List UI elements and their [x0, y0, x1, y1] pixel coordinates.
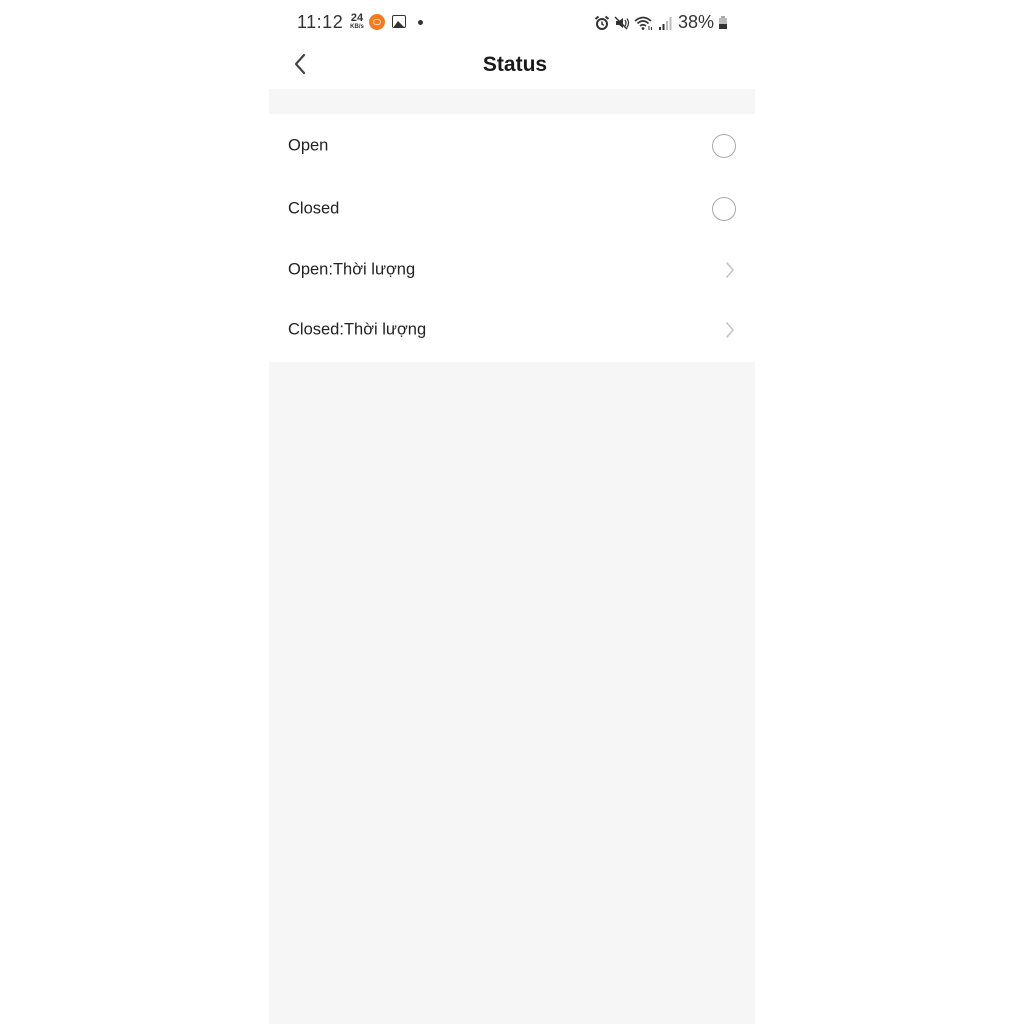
mute-icon [614, 15, 630, 31]
option-label: Closed:Thời lượng [288, 320, 427, 339]
network-speed-value: 24 [350, 12, 364, 24]
more-notifications-dot-icon [418, 20, 423, 25]
wifi-icon [634, 15, 654, 31]
option-closed-duration[interactable]: Closed:Thời lượng [269, 300, 755, 360]
section-spacer [269, 89, 755, 114]
app-notification-icon [369, 14, 385, 30]
chevron-right-icon [726, 262, 734, 278]
network-speed: 24 KB/s [347, 12, 367, 31]
option-open[interactable]: Open [269, 114, 755, 177]
battery-icon [719, 16, 727, 29]
page-title: Status [482, 53, 548, 76]
option-label: Closed [288, 199, 340, 217]
signal-icon [658, 15, 672, 31]
battery-percent: 38% [677, 12, 714, 32]
radio-button-open[interactable] [712, 133, 736, 158]
option-closed[interactable]: Closed [269, 177, 755, 240]
nav-header: Status [269, 44, 755, 89]
status-bar: 11:12 24 KB/s 38% [269, 0, 755, 44]
option-label: Open [288, 136, 329, 154]
alarm-icon [594, 15, 610, 31]
phone-screen: 11:12 24 KB/s 38% Status Open Closed Ope… [269, 0, 755, 1024]
option-label: Open:Thời lượng [288, 260, 416, 279]
radio-button-closed[interactable] [712, 196, 736, 221]
empty-content-area [269, 362, 755, 1024]
status-time: 11:12 [297, 12, 344, 32]
network-speed-unit: KB/s [350, 24, 364, 30]
option-open-duration[interactable]: Open:Thời lượng [269, 240, 755, 300]
gallery-icon [392, 15, 406, 28]
status-options-list: Open Closed Open:Thời lượng Closed:Thời … [269, 114, 755, 360]
system-status-icons: 38% [594, 12, 727, 33]
chevron-right-icon [726, 322, 734, 338]
